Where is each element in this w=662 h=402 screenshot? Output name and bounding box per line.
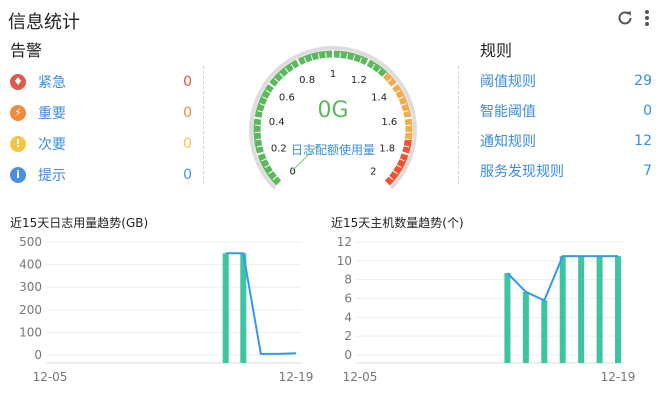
info-icon: i bbox=[10, 166, 26, 183]
rule-label[interactable]: 智能阈值 bbox=[480, 101, 643, 121]
log-usage-chart: 0 100 200 300 400 500 12-05 12-19 bbox=[19, 235, 314, 384]
alert-label[interactable]: 紧急 bbox=[38, 72, 172, 92]
rules-title: 规则 bbox=[480, 41, 513, 60]
y-tick-label: 300 bbox=[19, 280, 42, 294]
divider-left bbox=[203, 66, 204, 184]
x-tick-label-end: 12-19 bbox=[279, 370, 314, 384]
alert-label[interactable]: 重要 bbox=[38, 103, 172, 123]
y-tick-label: 400 bbox=[19, 258, 42, 272]
alert-count[interactable]: 0 bbox=[172, 105, 192, 121]
rule-count[interactable]: 12 bbox=[634, 133, 652, 149]
y-tick-label: 8 bbox=[344, 273, 352, 287]
more-vertical-icon[interactable] bbox=[644, 9, 650, 27]
rule-label[interactable]: 通知规则 bbox=[480, 131, 634, 151]
bar-12-18 bbox=[596, 256, 603, 363]
alerts-title: 告警 bbox=[10, 41, 43, 60]
y-tick-label: 4 bbox=[344, 310, 352, 324]
rule-count[interactable]: 7 bbox=[643, 163, 652, 179]
log-usage-chart-title: 近15天日志用量趋势(GB) bbox=[10, 216, 149, 230]
page-title: 信息统计 bbox=[8, 12, 80, 33]
gauge-label: 日志配额使用量 bbox=[290, 143, 375, 157]
y-tick-label: 0 bbox=[344, 348, 352, 362]
bar-12-19 bbox=[615, 256, 621, 363]
rule-row-3[interactable]: 服务发现规则 7 bbox=[480, 156, 652, 186]
bar-12-15 bbox=[541, 300, 548, 363]
y-tick-label: 100 bbox=[19, 325, 42, 339]
x-tick-label-start: 12-05 bbox=[343, 370, 378, 384]
gauge-tick-label: 1.2 bbox=[351, 75, 367, 86]
bar-12-13 bbox=[504, 273, 511, 363]
alert-label[interactable]: 提示 bbox=[38, 165, 172, 185]
x-tick-label-start: 12-05 bbox=[33, 370, 68, 384]
y-tick-label: 10 bbox=[337, 254, 352, 268]
refresh-icon[interactable] bbox=[616, 9, 634, 27]
bar-12-14 bbox=[522, 291, 529, 363]
alert-row-3[interactable]: i 提示 0 bbox=[10, 159, 192, 190]
alert-row-2[interactable]: ! 次要 0 bbox=[10, 128, 192, 159]
host-count-chart-title: 近15天主机数量趋势(个) bbox=[331, 216, 464, 230]
host-count-chart: 0 2 4 6 8 10 12 12-05 12-19 bbox=[337, 235, 636, 384]
rules-list: 阈值规则 29 智能阈值 0 通知规则 12 服务发现规则 7 bbox=[480, 66, 652, 186]
y-tick-label: 6 bbox=[344, 292, 352, 306]
alerts-list: ♦ 紧急 0 ⚡ 重要 0! 次要 0 i 提示 0 bbox=[10, 66, 192, 190]
divider-right bbox=[458, 66, 459, 184]
lightning-icon: ⚡ bbox=[10, 104, 26, 121]
gauge-tick bbox=[325, 52, 327, 59]
y-tick-label: 200 bbox=[19, 303, 42, 317]
header-actions bbox=[616, 9, 650, 27]
rule-label[interactable]: 服务发现规则 bbox=[480, 161, 643, 181]
gauge-tick-label: 1 bbox=[330, 69, 336, 80]
alert-row-1[interactable]: ⚡ 重要 0 bbox=[10, 97, 192, 128]
alert-count[interactable]: 0 bbox=[172, 167, 192, 183]
alert-count[interactable]: 0 bbox=[172, 136, 192, 152]
y-tick-label: 500 bbox=[19, 235, 42, 249]
gauge-tick bbox=[339, 52, 341, 59]
y-tick-label: 0 bbox=[34, 348, 42, 362]
rule-row-2[interactable]: 通知规则 12 bbox=[480, 126, 652, 156]
trend-line bbox=[225, 252, 297, 355]
y-tick-label: 12 bbox=[337, 235, 352, 249]
gauge-tick-label: 0.8 bbox=[299, 75, 315, 86]
alert-row-0[interactable]: ♦ 紧急 0 bbox=[10, 66, 192, 97]
bar-12-16 bbox=[559, 256, 566, 363]
rule-label[interactable]: 阈值规则 bbox=[480, 71, 634, 91]
rule-row-0[interactable]: 阈值规则 29 bbox=[480, 66, 652, 96]
gauge-tick-label: 2 bbox=[370, 166, 376, 177]
bar-12-17 bbox=[578, 256, 585, 363]
alert-count[interactable]: 0 bbox=[172, 74, 192, 90]
bar-12-15 bbox=[222, 253, 229, 363]
rule-row-1[interactable]: 智能阈值 0 bbox=[480, 96, 652, 126]
alert-label[interactable]: 次要 bbox=[38, 134, 172, 154]
exclamation-icon: ! bbox=[10, 135, 26, 152]
x-tick-label-end: 12-19 bbox=[601, 370, 636, 384]
gauge-value: 0G bbox=[317, 98, 349, 123]
rule-count[interactable]: 29 bbox=[634, 73, 652, 89]
y-tick-label: 2 bbox=[344, 329, 352, 343]
fire-icon: ♦ bbox=[10, 73, 26, 90]
rule-count[interactable]: 0 bbox=[643, 103, 652, 119]
